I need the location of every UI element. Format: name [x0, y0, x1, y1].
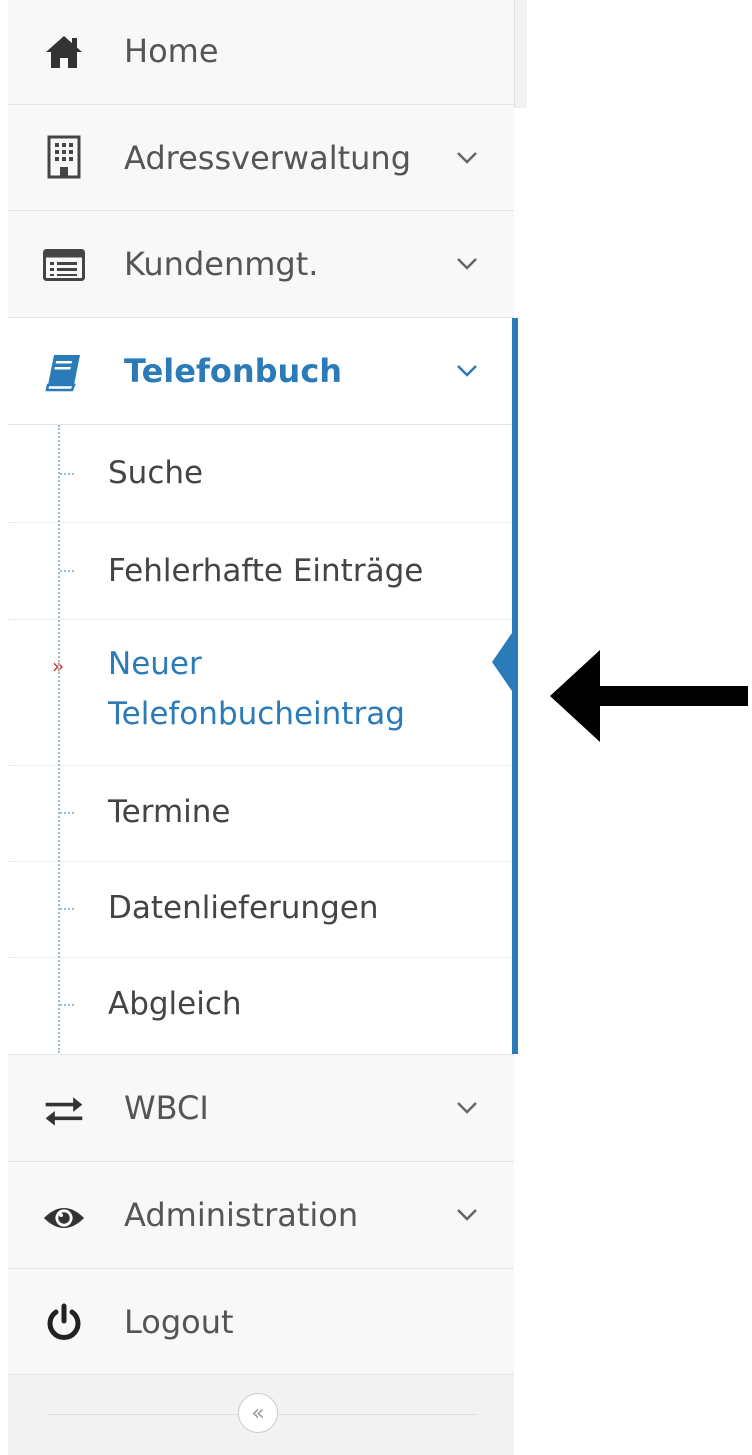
- submenu-item-label: Datenlieferungen: [108, 890, 379, 926]
- sidebar-item-administration[interactable]: Administration: [8, 1162, 514, 1269]
- exchange-arrows-icon: [42, 1089, 86, 1133]
- chevron-down-icon: [452, 356, 482, 386]
- sidebar-item-telefonbuch[interactable]: Telefonbuch: [8, 318, 514, 425]
- sidebar-item-label: Logout: [124, 1303, 234, 1341]
- submenu-item-suche[interactable]: Suche: [8, 425, 514, 523]
- submenu-item-label: Suche: [108, 455, 204, 491]
- submenu-tree-tick: [60, 570, 74, 572]
- annotation-arrow-icon: [550, 650, 748, 742]
- submenu-tree-tick: [60, 473, 74, 475]
- active-caret-icon: [492, 630, 514, 694]
- book-icon: [42, 350, 86, 394]
- header-edge: [514, 0, 527, 108]
- sidebar-item-label: Home: [124, 32, 219, 70]
- sidebar-item-label: Adressverwaltung: [124, 139, 411, 177]
- submenu-tree-tick: [60, 1004, 74, 1006]
- power-icon: [42, 1301, 86, 1345]
- submenu-tree-line: [58, 425, 60, 1053]
- submenu-tree-tick: [60, 908, 74, 910]
- sidebar-item-label: Kundenmgt.: [124, 245, 319, 283]
- sidebar-item-logout[interactable]: Logout: [8, 1269, 514, 1375]
- sidebar-collapse-bar: «: [8, 1375, 514, 1455]
- submenu-item-label: Fehlerhafte Einträge: [108, 553, 424, 589]
- sidebar-item-home[interactable]: Home: [8, 0, 514, 105]
- chevron-down-icon: [452, 1093, 482, 1123]
- submenu-item-abgleich[interactable]: Abgleich: [8, 958, 514, 1055]
- sidebar-item-label: Telefonbuch: [124, 352, 343, 390]
- eye-icon: [42, 1196, 86, 1240]
- submenu-item-label-line2: Telefonbucheintrag: [108, 696, 405, 732]
- chevron-down-icon: [452, 143, 482, 173]
- list-card-icon: [42, 243, 86, 287]
- submenu-item-neuer-telefonbucheintrag[interactable]: » Neuer Telefonbucheintrag: [8, 620, 514, 766]
- collapse-sidebar-button[interactable]: «: [238, 1393, 278, 1433]
- home-icon: [42, 30, 86, 74]
- telefonbuch-submenu: Suche Fehlerhafte Einträge » Neuer Telef…: [8, 425, 514, 1055]
- sidebar: Home Adressverwaltung Kundenmgt. Telefon…: [8, 0, 514, 1455]
- submenu-item-termine[interactable]: Termine: [8, 766, 514, 862]
- chevron-down-icon: [452, 249, 482, 279]
- sidebar-item-label: Administration: [124, 1196, 359, 1234]
- double-chevron-left-icon: «: [251, 1400, 265, 1426]
- sidebar-item-kundenmgt[interactable]: Kundenmgt.: [8, 211, 514, 318]
- sidebar-item-wbci[interactable]: WBCI: [8, 1055, 514, 1162]
- chevron-down-icon: [452, 1200, 482, 1230]
- submenu-tree-tick: [60, 812, 74, 814]
- submenu-item-label-line1: Neuer: [108, 646, 202, 682]
- sidebar-item-adressverwaltung[interactable]: Adressverwaltung: [8, 105, 514, 211]
- submenu-item-fehlerhafte-eintraege[interactable]: Fehlerhafte Einträge: [8, 523, 514, 620]
- submenu-item-label: Termine: [108, 794, 231, 830]
- sidebar-item-label: WBCI: [124, 1089, 209, 1127]
- building-icon: [42, 135, 86, 179]
- submenu-item-datenlieferungen[interactable]: Datenlieferungen: [8, 862, 514, 958]
- submenu-item-label: Abgleich: [108, 986, 242, 1022]
